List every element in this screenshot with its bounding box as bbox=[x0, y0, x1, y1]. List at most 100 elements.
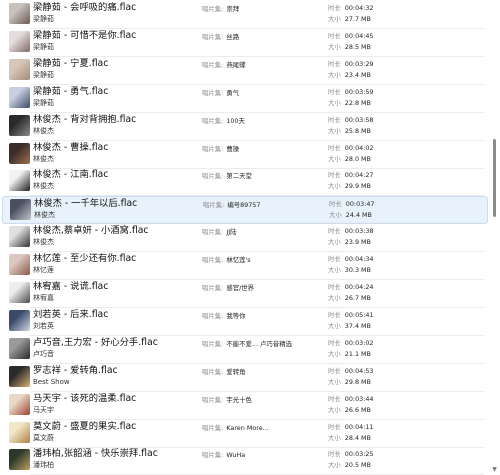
album-cover-thumbnail bbox=[9, 449, 30, 471]
duration-value: 00:04:32 bbox=[344, 4, 374, 12]
track-duration: 时长 00:03:25 bbox=[328, 449, 373, 459]
track-size: 大小 21.1 MB bbox=[328, 349, 371, 359]
duration-label: 时长 bbox=[328, 143, 341, 152]
album-name: WuHa bbox=[226, 451, 246, 460]
size-label: 大小 bbox=[328, 98, 341, 107]
album-cover-thumbnail bbox=[9, 282, 30, 303]
track-title: 梁静茹 - 会呼吸的痛.flac bbox=[33, 2, 137, 13]
duration-label: 时长 bbox=[328, 394, 341, 403]
track-row[interactable]: 莫文蔚 - 盛夏的果实.flac 莫文蔚 唱片集: Karen More... 时长 00… bbox=[2, 420, 488, 448]
track-duration: 时长 00:04:24 bbox=[328, 282, 373, 292]
track-row[interactable]: 林宥嘉 - 说谎.flac 林宥嘉 唱片集: 感官/世界 时长 00:04:24 大小 26.… bbox=[2, 280, 488, 308]
track-title: 莫文蔚 - 盛夏的果实.flac bbox=[33, 420, 137, 432]
album-label: 唱片集: bbox=[202, 311, 224, 320]
track-duration: 时长 00:04:32 bbox=[328, 3, 373, 13]
scrollbar[interactable]: ▼ bbox=[491, 0, 498, 475]
size-label: 大小 bbox=[328, 433, 341, 442]
album-label: 唱片集: bbox=[202, 60, 224, 69]
duration-label: 时长 bbox=[328, 87, 341, 96]
duration-label: 时长 bbox=[328, 31, 341, 40]
track-album: 唱片集: Karen More... bbox=[202, 423, 269, 433]
track-artist: 林忆莲 bbox=[33, 266, 54, 275]
track-size: 大小 28.4 MB bbox=[328, 433, 371, 443]
track-duration: 时长 00:03:29 bbox=[328, 59, 373, 69]
size-value: 23.4 MB bbox=[344, 70, 371, 79]
track-row[interactable]: 林俊杰 - 江南.flac 林俊杰 唱片集: 第二天堂 时长 00:04:27 大小 29.9… bbox=[2, 168, 488, 197]
track-duration: 时长 00:05:41 bbox=[328, 310, 373, 320]
duration-value: 00:04:02 bbox=[344, 143, 374, 152]
track-row[interactable]: 梁静茹 - 宁夏.flac 梁静茹 唱片集: 燕尾蝶 时长 00:03:29 大小 23.4 … bbox=[2, 57, 488, 85]
track-album: 唱片集: 宇光十色 bbox=[202, 395, 252, 405]
track-title: 林俊杰 - 江南.flac bbox=[33, 169, 109, 181]
track-artist: 马天宇 bbox=[33, 405, 54, 414]
album-label: 唱片集: bbox=[202, 339, 224, 348]
album-name: JJ陆 bbox=[226, 228, 237, 237]
track-title: 梁静茹 - 勇气.flac bbox=[33, 85, 109, 97]
duration-value: 00:03:29 bbox=[344, 59, 374, 68]
duration-label: 时长 bbox=[328, 255, 341, 264]
album-label: 唱片集: bbox=[202, 395, 224, 404]
track-row[interactable]: 林俊杰 - 曹操.flac 林俊杰 唱片集: 曹操 时长 00:04:02 大小 28.0 M… bbox=[2, 141, 488, 169]
album-cover-thumbnail bbox=[9, 254, 30, 276]
track-artist: 莫文蔚 bbox=[33, 433, 54, 442]
track-title: 潘玮柏,张韶涵 - 快乐崇拜.flac bbox=[33, 448, 158, 460]
album-cover-thumbnail bbox=[9, 30, 30, 52]
duration-value: 00:03:58 bbox=[344, 115, 374, 124]
album-name: 第二天堂 bbox=[226, 172, 252, 181]
track-size: 大小 28.0 MB bbox=[328, 154, 371, 164]
scroll-down-arrow-icon[interactable]: ▼ bbox=[491, 466, 498, 474]
track-row[interactable]: 林忆莲 - 至少还有你.flac 林忆莲 唱片集: 林忆莲's 时长 00:04:34 大小… bbox=[2, 252, 488, 281]
duration-label: 时长 bbox=[328, 422, 341, 431]
track-artist: 潘玮柏 bbox=[33, 461, 54, 470]
size-value: 26.6 MB bbox=[344, 405, 371, 414]
track-row[interactable]: 梁静茹 - 可惜不是你.flac 梁静茹 唱片集: 丝路 时长 00:04:45 大小 28.… bbox=[2, 29, 488, 57]
size-value: 20.5 MB bbox=[344, 461, 371, 470]
track-size: 大小 23.4 MB bbox=[328, 70, 371, 80]
track-duration: 时长 00:04:27 bbox=[328, 170, 373, 180]
track-row[interactable]: 林俊杰 - 背对背拥抱.flac 林俊杰 唱片集: 100天 时长 00:03:58 大小 2… bbox=[2, 113, 488, 141]
track-row[interactable]: 梁静茹 - 会呼吸的痛.flac 梁静茹 唱片集: 崇拜 时长 00:04:32 大小 27.… bbox=[2, 1, 488, 29]
track-row[interactable]: 潘玮柏,张韶涵 - 快乐崇拜.flac 潘玮柏 唱片集: WuHa 时长 00:03:25… bbox=[2, 447, 488, 475]
track-size: 大小 30.3 MB bbox=[328, 265, 371, 275]
size-value: 29.8 MB bbox=[344, 377, 371, 386]
track-size: 大小 24.4 MB bbox=[329, 210, 372, 220]
duration-value: 00:03:59 bbox=[344, 87, 374, 96]
track-row[interactable]: 刘若英 - 后来.flac 刘若英 唱片集: 我等你 时长 00:05:41 大小 37.4 … bbox=[2, 308, 488, 336]
size-value: 28.5 MB bbox=[344, 42, 371, 51]
duration-value: 00:03:44 bbox=[344, 394, 374, 403]
size-value: 21.1 MB bbox=[344, 349, 371, 358]
track-title: 林俊杰,蔡卓妍 - 小酒窝.flac bbox=[33, 225, 149, 237]
album-cover-thumbnail bbox=[9, 226, 30, 248]
album-name: 100天 bbox=[226, 116, 245, 125]
track-title: 林俊杰 - 曹操.flac bbox=[33, 141, 109, 153]
track-size: 大小 20.5 MB bbox=[328, 460, 371, 470]
track-row[interactable]: 林俊杰,蔡卓妍 - 小酒窝.flac 林俊杰 唱片集: JJ陆 时长 00:03:38 大小… bbox=[2, 224, 488, 253]
track-size: 大小 29.9 MB bbox=[328, 181, 371, 191]
album-name: 崇拜 bbox=[226, 5, 240, 13]
track-duration: 时长 00:03:47 bbox=[329, 199, 374, 209]
scrollbar-thumb[interactable] bbox=[493, 139, 496, 217]
track-row[interactable]: 林俊杰 - 一千年以后.flac 林俊杰 唱片集: 编号89757 时长 00:03:47… bbox=[2, 196, 488, 225]
track-list[interactable]: 梁静茹 - 会呼吸的痛.flac 梁静茹 唱片集: 崇拜 时长 00:04:32 大小 27.… bbox=[0, 0, 490, 475]
album-label: 唱片集: bbox=[202, 228, 224, 237]
track-size: 大小 27.7 MB bbox=[328, 14, 371, 24]
track-size: 大小 26.7 MB bbox=[328, 293, 371, 303]
track-row[interactable]: 罗志祥 - 爱转角.flac Best Show 唱片集: 爱转角 时长 00:04:53… bbox=[2, 364, 488, 392]
track-album: 唱片集: WuHa bbox=[202, 450, 245, 460]
track-row[interactable]: 梁静茹 - 勇气.flac 梁静茹 唱片集: 勇气 时长 00:03:59 大小 22.8 M… bbox=[2, 85, 488, 113]
size-label: 大小 bbox=[328, 266, 341, 275]
duration-value: 00:04:11 bbox=[344, 422, 374, 431]
album-label: 唱片集: bbox=[202, 451, 224, 460]
album-name: 宇光十色 bbox=[226, 395, 252, 404]
track-duration: 时长 00:03:59 bbox=[328, 87, 373, 97]
album-name: 不能不爱... 卢巧音精选 bbox=[226, 339, 292, 348]
row-divider bbox=[31, 222, 483, 224]
track-row[interactable]: 马天宇 - 该死的温柔.flac 马天宇 唱片集: 宇光十色 时长 00:03:44 大小 2… bbox=[2, 392, 488, 420]
track-row[interactable]: 卢巧音,王力宏 - 好心分手.flac 卢巧音 唱片集: 不能不爱... 卢巧音精选 时… bbox=[2, 336, 488, 364]
track-album: 唱片集: 爱转角 bbox=[202, 367, 246, 377]
track-album: 唱片集: 我等你 bbox=[202, 311, 246, 321]
duration-label: 时长 bbox=[328, 338, 341, 347]
track-title: 刘若英 - 后来.flac bbox=[33, 308, 109, 320]
track-artist: 林俊杰 bbox=[33, 126, 54, 135]
size-value: 29.9 MB bbox=[344, 182, 371, 191]
